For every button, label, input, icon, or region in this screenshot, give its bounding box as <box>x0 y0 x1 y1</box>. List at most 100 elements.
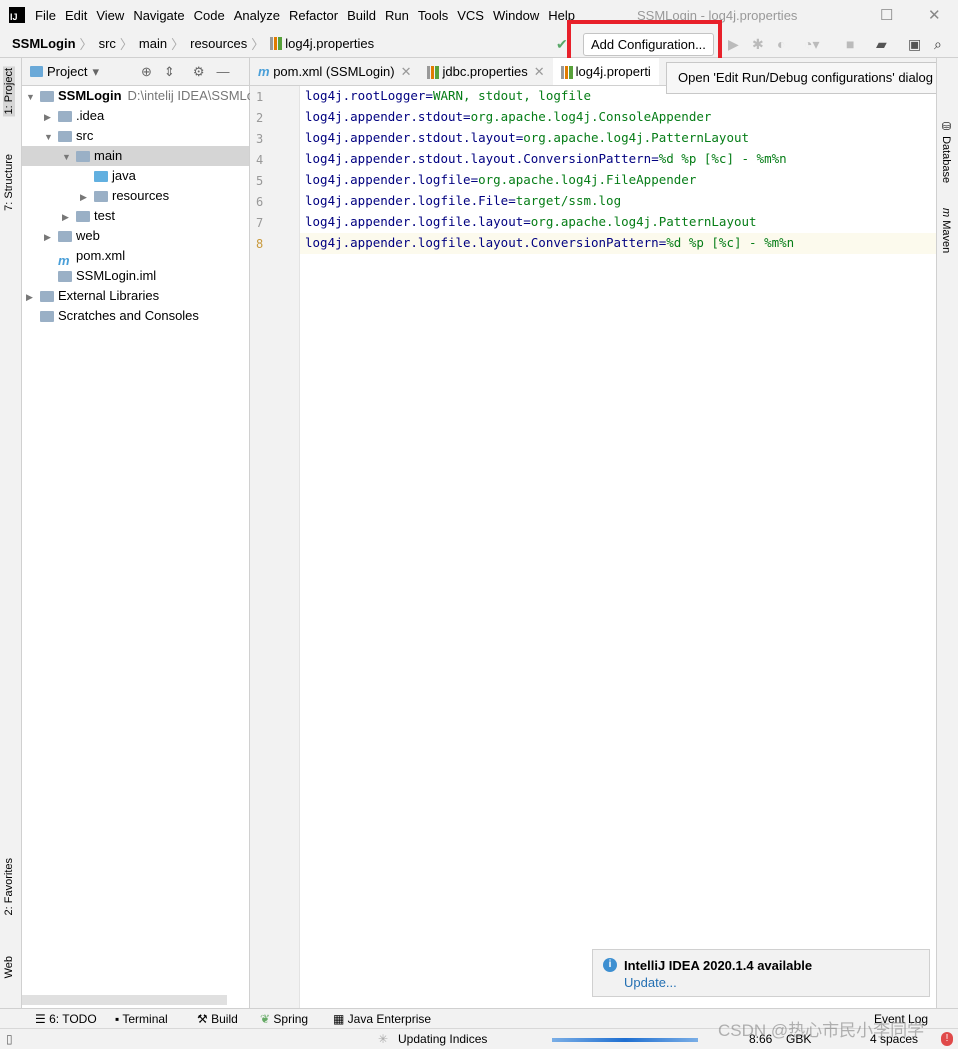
tab-pom-xml[interactable]: m pom.xml (SSMLogin) ✕ <box>250 58 419 85</box>
tab-jdbc-properties[interactable]: jdbc.properties ✕ <box>419 58 552 85</box>
line-number: 6 <box>256 195 264 209</box>
tree-item[interactable]: SSMLogin.iml <box>22 266 249 286</box>
project-structure-icon[interactable]: ▰ <box>876 36 887 53</box>
menu-run[interactable]: Run <box>385 8 409 23</box>
chevron-right-icon[interactable]: ▶ <box>62 207 76 227</box>
chevron-right-icon[interactable]: ▶ <box>44 227 58 247</box>
notification-title: IntelliJ IDEA 2020.1.4 available <box>624 958 813 973</box>
menu-navigate[interactable]: Navigate <box>133 8 184 23</box>
tree-item-label: .idea <box>76 108 105 123</box>
tree-item[interactable]: java <box>22 166 249 186</box>
breadcrumb-resources[interactable]: resources <box>190 36 247 51</box>
tree-item[interactable]: ▼ main <box>22 146 249 166</box>
folder-icon <box>94 171 108 183</box>
tree-item-label: test <box>94 208 115 223</box>
terminal-tool-button[interactable]: ▪ Terminal <box>115 1012 168 1026</box>
maven-icon: m <box>58 253 70 269</box>
tree-item[interactable]: m pom.xml <box>22 246 249 269</box>
line-number: 2 <box>256 111 264 125</box>
close-icon[interactable]: ✕ <box>928 6 941 24</box>
property-key: log4j.rootLogger <box>305 88 426 103</box>
tree-item[interactable]: ▼ SSMLogin D:\intelij IDEA\SSMLo <box>22 86 254 107</box>
close-icon[interactable]: ✕ <box>534 64 545 79</box>
folder-icon <box>58 231 72 243</box>
spring-tool-button[interactable]: ❦ Spring <box>260 1012 308 1026</box>
tree-item-label: External Libraries <box>58 288 160 303</box>
property-value: %d %p [%c] - %m%n <box>666 235 795 250</box>
stop-icon[interactable]: ■ <box>846 36 854 52</box>
folder-icon <box>58 131 72 143</box>
favorites-tool-button[interactable]: 2: Favorites <box>3 858 15 915</box>
line-number: 4 <box>256 153 264 167</box>
chevron-right-icon[interactable]: ▶ <box>26 287 40 307</box>
presentation-icon[interactable]: ▣ <box>908 36 921 53</box>
gear-icon[interactable]: ⚙ <box>193 64 205 80</box>
menu-vcs[interactable]: VCS <box>457 8 484 23</box>
maven-tool-button[interactable]: m Maven <box>940 208 952 253</box>
tree-item[interactable]: ▶ test <box>22 206 249 226</box>
tree-item[interactable]: ▶ .idea <box>22 106 249 126</box>
todo-tool-button[interactable]: ☰ 6: TODO <box>35 1012 97 1026</box>
line-number: 3 <box>256 132 264 146</box>
tab-log4j-properties[interactable]: log4j.properti <box>552 58 659 85</box>
tree-item[interactable]: ▶ resources <box>22 186 249 206</box>
structure-tool-button[interactable]: 7: Structure <box>3 154 15 211</box>
coverage-icon[interactable]: ◐ <box>777 36 785 52</box>
tree-item-label: SSMLogin <box>58 88 122 103</box>
folder-icon <box>40 291 54 303</box>
update-link[interactable]: Update... <box>624 975 677 990</box>
menu-window[interactable]: Window <box>493 8 539 23</box>
equals-sign: = <box>425 88 433 103</box>
tree-item[interactable]: Scratches and Consoles <box>22 306 249 326</box>
run-icon[interactable]: ▶ <box>728 36 739 53</box>
line-number: 5 <box>256 174 264 188</box>
build-tool-button[interactable]: ⚒ Build <box>197 1012 238 1026</box>
chevron-down-icon[interactable]: ▼ <box>44 127 58 147</box>
background-task[interactable]: Updating Indices <box>398 1032 487 1046</box>
tree-item[interactable]: ▶ web <box>22 226 249 246</box>
horizontal-scrollbar[interactable] <box>22 995 227 1005</box>
equals-sign: = <box>651 151 659 166</box>
breadcrumb-main[interactable]: main <box>139 36 167 51</box>
info-icon: i <box>603 958 617 972</box>
chevron-down-icon[interactable]: ▼ <box>62 147 76 167</box>
menu-code[interactable]: Code <box>194 8 225 23</box>
project-view-selector[interactable]: Project <box>47 64 87 79</box>
java-enterprise-tool-button[interactable]: ▦ Java Enterprise <box>333 1012 431 1026</box>
locate-icon[interactable]: ⊕ <box>141 64 152 80</box>
tree-item[interactable]: ▼ src <box>22 126 249 146</box>
equals-sign: = <box>508 193 516 208</box>
breadcrumb-project[interactable]: SSMLogin <box>12 36 76 51</box>
chevron-right-icon[interactable]: ▶ <box>80 187 94 207</box>
menu-analyze[interactable]: Analyze <box>234 8 280 23</box>
property-value: org.apache.log4j.PatternLayout <box>523 130 750 145</box>
maximize-icon[interactable]: ☐ <box>880 6 893 24</box>
menu-view[interactable]: View <box>96 8 124 23</box>
error-icon[interactable]: ! <box>941 1032 953 1046</box>
web-tool-button[interactable]: Web <box>3 956 15 978</box>
collapse-icon[interactable]: ⇕ <box>164 64 175 80</box>
breadcrumb-file[interactable]: log4j.properties <box>285 36 374 51</box>
search-icon[interactable]: ⌕ <box>934 36 942 53</box>
close-icon[interactable]: ✕ <box>401 64 412 79</box>
intellij-logo-icon: IJ <box>9 7 25 23</box>
breadcrumb-src[interactable]: src <box>99 36 116 51</box>
database-tool-button[interactable]: ⛁ Database <box>940 120 953 183</box>
property-key: log4j.appender.logfile.layout.Conversion… <box>305 235 659 250</box>
build-hammer-icon[interactable]: ✔ <box>556 36 568 53</box>
debug-icon[interactable]: ✱ <box>752 36 764 53</box>
menu-tools[interactable]: Tools <box>418 8 448 23</box>
project-tool-button[interactable]: 1: Project <box>3 66 15 117</box>
spring-leaf-icon: ❦ <box>260 1012 274 1026</box>
hide-icon[interactable]: — <box>216 64 229 79</box>
menu-file[interactable]: File <box>35 8 56 23</box>
tree-item[interactable]: ▶ External Libraries <box>22 286 249 306</box>
chevron-down-icon[interactable]: ▼ <box>26 87 40 107</box>
tree-item-label: main <box>94 148 123 163</box>
chevron-right-icon[interactable]: ▶ <box>44 107 58 127</box>
toggle-tool-windows-icon[interactable]: ▯ <box>6 1032 13 1046</box>
menu-refactor[interactable]: Refactor <box>289 8 338 23</box>
profile-icon[interactable]: ◔▾ <box>804 36 819 53</box>
menu-build[interactable]: Build <box>347 8 376 23</box>
menu-edit[interactable]: Edit <box>65 8 87 23</box>
